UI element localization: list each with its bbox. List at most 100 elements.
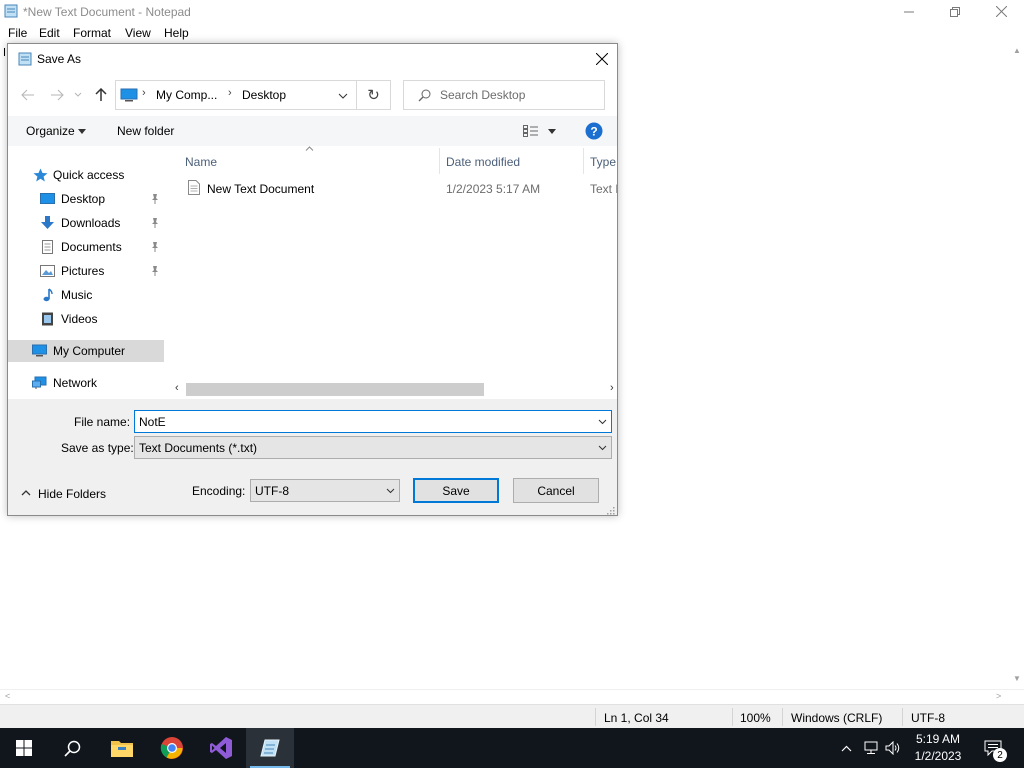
hide-folders-label: Hide Folders <box>38 487 107 501</box>
nav-item-my-computer[interactable]: My Computer <box>8 340 164 362</box>
file-name-dropdown[interactable] <box>593 411 611 432</box>
hide-folders-button[interactable]: Hide Folders <box>20 485 120 503</box>
search-input[interactable] <box>440 87 600 103</box>
show-hidden-icons-button[interactable] <box>838 740 854 756</box>
arrow-left-icon <box>21 89 34 101</box>
view-details-icon[interactable] <box>523 125 539 137</box>
up-button[interactable] <box>92 86 110 104</box>
nav-item-downloads[interactable]: Downloads <box>8 212 164 234</box>
chevron-down-icon <box>74 92 82 97</box>
nav-label: Network <box>53 376 98 390</box>
status-separator <box>902 708 903 726</box>
back-button[interactable] <box>19 86 37 104</box>
pin-icon[interactable] <box>150 193 160 205</box>
dialog-close-button[interactable] <box>586 44 617 74</box>
chevron-down-icon[interactable] <box>338 93 348 99</box>
taskbar-file-explorer[interactable] <box>98 728 146 768</box>
column-separator[interactable] <box>583 148 584 174</box>
menu-file[interactable]: File <box>8 26 27 40</box>
notepad-icon <box>4 4 18 18</box>
organize-button[interactable]: Organize <box>26 124 75 138</box>
nav-label: Downloads <box>61 216 121 230</box>
save-as-type-select[interactable]: Text Documents (*.txt) <box>134 436 612 459</box>
nav-item-desktop[interactable]: Desktop <box>8 188 164 210</box>
scroll-right-icon[interactable]: › <box>610 382 614 394</box>
chevron-down-icon[interactable] <box>548 129 556 134</box>
nav-item-pictures[interactable]: Pictures <box>8 260 164 282</box>
volume-tray-button[interactable] <box>884 740 902 756</box>
nav-item-music[interactable]: Music <box>8 284 164 306</box>
scroll-right-icon[interactable]: > <box>996 691 1001 701</box>
nav-label: My Computer <box>53 344 126 358</box>
taskbar-notepad[interactable] <box>246 728 294 768</box>
taskbar-visual-studio[interactable] <box>197 728 245 768</box>
notification-count-badge: 2 <box>993 748 1007 762</box>
notepad-titlebar: *New Text Document - Notepad <box>0 0 1024 23</box>
scroll-up-icon[interactable]: ▲ <box>1013 46 1021 55</box>
breadcrumb[interactable]: › My Comp... › Desktop <box>115 80 357 110</box>
nav-item-network[interactable]: Network <box>8 372 164 394</box>
picture-icon <box>40 265 55 277</box>
nav-label: Quick access <box>53 168 125 182</box>
scrollbar-thumb[interactable] <box>186 383 484 396</box>
recent-locations-button[interactable] <box>72 86 84 104</box>
horizontal-scrollbar[interactable] <box>0 689 1024 704</box>
clock-time[interactable]: 5:19 AM <box>910 732 966 746</box>
menu-view[interactable]: View <box>125 26 151 40</box>
close-button[interactable] <box>978 0 1024 23</box>
arrow-right-icon <box>51 89 64 101</box>
save-button[interactable]: Save <box>413 478 499 503</box>
chevron-down-icon <box>78 129 86 134</box>
start-button[interactable] <box>0 728 48 768</box>
encoding-label: Encoding: <box>192 484 246 498</box>
refresh-button[interactable]: ↻ <box>357 80 391 110</box>
resize-grip-icon[interactable] <box>606 506 615 515</box>
chevron-down-icon <box>386 488 394 493</box>
status-cursor-position: Ln 1, Col 34 <box>604 711 669 725</box>
save-as-type-dropdown[interactable] <box>593 437 611 458</box>
encoding-select[interactable]: UTF-8 <box>250 479 400 502</box>
command-bar: Organize New folder ? <box>8 116 617 146</box>
file-name-combobox[interactable] <box>134 410 612 433</box>
menu-format[interactable]: Format <box>73 26 111 40</box>
scroll-left-icon[interactable]: ‹ <box>175 382 179 394</box>
music-icon <box>43 288 53 302</box>
pin-icon[interactable] <box>150 241 160 253</box>
nav-item-videos[interactable]: Videos <box>8 308 164 330</box>
nav-item-documents[interactable]: Documents <box>8 236 164 258</box>
column-header-name[interactable]: Name <box>185 155 217 169</box>
column-separator[interactable] <box>439 148 440 174</box>
pin-icon[interactable] <box>150 265 160 277</box>
nav-label: Music <box>61 288 93 302</box>
vertical-scrollbar[interactable] <box>1010 43 1024 689</box>
cancel-button[interactable]: Cancel <box>513 478 599 503</box>
restore-button[interactable] <box>932 0 978 23</box>
scroll-down-icon[interactable]: ▼ <box>1013 674 1021 683</box>
search-box[interactable] <box>403 80 605 110</box>
table-row[interactable]: New Text Document 1/2/2023 5:17 AM Text … <box>174 176 617 200</box>
restore-icon <box>950 6 960 17</box>
arrow-up-icon <box>95 88 107 101</box>
taskbar-chrome[interactable] <box>148 728 196 768</box>
pin-icon[interactable] <box>150 217 160 229</box>
video-icon <box>42 312 53 326</box>
scroll-left-icon[interactable]: < <box>5 691 10 701</box>
file-name-input[interactable] <box>139 414 579 430</box>
new-folder-button[interactable]: New folder <box>117 124 174 138</box>
column-header-type[interactable]: Type <box>590 155 616 169</box>
file-list-horizontal-scrollbar[interactable]: ‹ › <box>174 380 617 398</box>
menu-help[interactable]: Help <box>164 26 189 40</box>
menu-edit[interactable]: Edit <box>39 26 60 40</box>
file-date-cell: 1/2/2023 5:17 AM <box>446 182 541 196</box>
encoding-dropdown[interactable] <box>381 480 399 501</box>
nav-item-quick-access[interactable]: Quick access <box>8 164 164 186</box>
breadcrumb-item-desktop[interactable]: Desktop <box>242 88 286 102</box>
minimize-button[interactable] <box>886 0 932 23</box>
clock-date[interactable]: 1/2/2023 <box>910 749 966 763</box>
breadcrumb-item-my-computer[interactable]: My Comp... <box>156 88 217 102</box>
taskbar-search-button[interactable] <box>48 728 96 768</box>
column-header-date-modified[interactable]: Date modified <box>446 155 520 169</box>
help-icon[interactable]: ? <box>585 122 603 140</box>
network-tray-button[interactable] <box>862 740 880 756</box>
forward-button[interactable] <box>48 86 66 104</box>
